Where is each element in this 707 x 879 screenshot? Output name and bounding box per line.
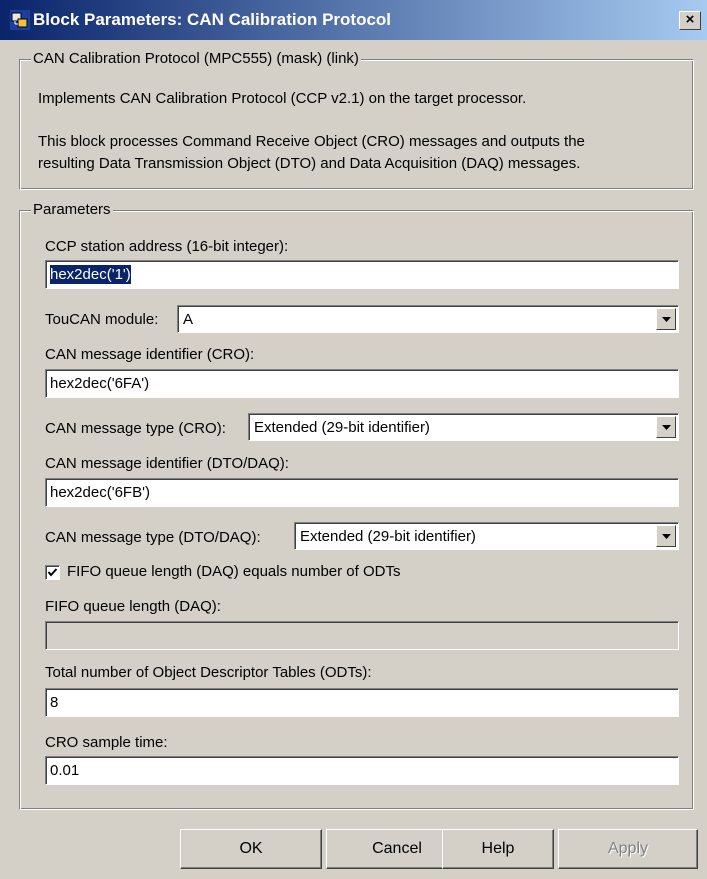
cro-type-value: Extended (29-bit identifier) xyxy=(254,419,430,436)
station-address-label: CCP station address (16-bit integer): xyxy=(45,238,289,255)
odt-count-value: 8 xyxy=(50,694,59,711)
parameters-group-frame xyxy=(19,210,694,810)
check-icon xyxy=(47,568,58,577)
description-group-legend: CAN Calibration Protocol (MPC555) (mask)… xyxy=(31,50,361,68)
window-title: Block Parameters: CAN Calibration Protoc… xyxy=(33,10,392,29)
cro-sample-time-label: CRO sample time: xyxy=(45,734,168,751)
apply-button[interactable]: Apply xyxy=(558,829,698,869)
close-button[interactable]: × xyxy=(679,11,701,30)
help-button[interactable]: Help xyxy=(442,829,554,869)
dto-identifier-value: hex2dec('6FB') xyxy=(50,484,150,501)
station-address-value: hex2dec('1') xyxy=(50,265,131,284)
toucan-module-dropdown[interactable]: A xyxy=(177,305,679,333)
description-line-2: This block processes Command Receive Obj… xyxy=(38,133,585,150)
dropdown-button[interactable] xyxy=(656,416,676,438)
odt-count-field[interactable]: 8 xyxy=(45,688,679,717)
dto-identifier-label: CAN message identifier (DTO/DAQ): xyxy=(45,455,289,472)
dto-type-dropdown[interactable]: Extended (29-bit identifier) xyxy=(294,522,679,550)
dropdown-button[interactable] xyxy=(656,525,676,547)
dropdown-button[interactable] xyxy=(656,308,676,330)
dto-type-label: CAN message type (DTO/DAQ): xyxy=(45,529,261,546)
cro-sample-time-value: 0.01 xyxy=(50,762,80,779)
fifo-checkbox[interactable] xyxy=(45,565,60,580)
cro-identifier-value: hex2dec('6FA') xyxy=(50,375,150,392)
fifo-length-field[interactable] xyxy=(45,621,679,650)
station-address-field[interactable]: hex2dec('1') xyxy=(45,260,679,289)
cro-sample-time-field[interactable]: 0.01 xyxy=(45,756,679,785)
cro-type-label: CAN message type (CRO): xyxy=(45,420,226,437)
chevron-down-icon xyxy=(662,425,671,430)
chevron-down-icon xyxy=(662,317,671,322)
chevron-down-icon xyxy=(662,534,671,539)
close-icon: × xyxy=(685,11,695,28)
dto-identifier-field[interactable]: hex2dec('6FB') xyxy=(45,478,679,507)
fifo-length-label: FIFO queue length (DAQ): xyxy=(45,598,221,615)
cro-identifier-field[interactable]: hex2dec('6FA') xyxy=(45,369,679,398)
cro-identifier-label: CAN message identifier (CRO): xyxy=(45,346,255,363)
simulink-block-icon xyxy=(10,10,30,30)
toucan-module-label: TouCAN module: xyxy=(45,311,159,328)
description-line-3: resulting Data Transmission Object (DTO)… xyxy=(38,155,581,172)
fifo-checkbox-label[interactable]: FIFO queue length (DAQ) equals number of… xyxy=(67,563,400,581)
odt-count-label: Total number of Object Descriptor Tables… xyxy=(45,664,372,681)
title-bar[interactable]: Block Parameters: CAN Calibration Protoc… xyxy=(0,0,707,40)
cro-type-dropdown[interactable]: Extended (29-bit identifier) xyxy=(248,413,679,441)
dto-type-value: Extended (29-bit identifier) xyxy=(300,528,476,545)
block-parameters-dialog: Block Parameters: CAN Calibration Protoc… xyxy=(0,0,707,879)
parameters-group-legend: Parameters xyxy=(31,201,113,219)
description-line-1: Implements CAN Calibration Protocol (CCP… xyxy=(38,90,527,107)
toucan-module-value: A xyxy=(183,311,194,328)
ok-button[interactable]: OK xyxy=(180,829,322,869)
